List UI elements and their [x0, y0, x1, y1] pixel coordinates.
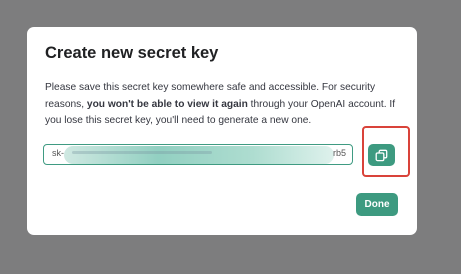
- copy-button[interactable]: [368, 144, 395, 166]
- dialog-title: Create new secret key: [45, 44, 219, 62]
- secret-key-prefix: sk-: [52, 148, 64, 158]
- description-bold-text: you won't be able to view it again: [86, 98, 248, 110]
- dialog-description: Please save this secret key somewhere sa…: [45, 80, 407, 130]
- redaction-mark: [64, 146, 334, 164]
- done-button[interactable]: Done: [356, 193, 398, 216]
- secret-key-field[interactable]: sk- rb5: [43, 144, 353, 165]
- secret-key-dialog: Create new secret key Please save this s…: [27, 27, 417, 235]
- secret-key-suffix: rb5: [332, 148, 346, 158]
- copy-icon: [375, 149, 388, 161]
